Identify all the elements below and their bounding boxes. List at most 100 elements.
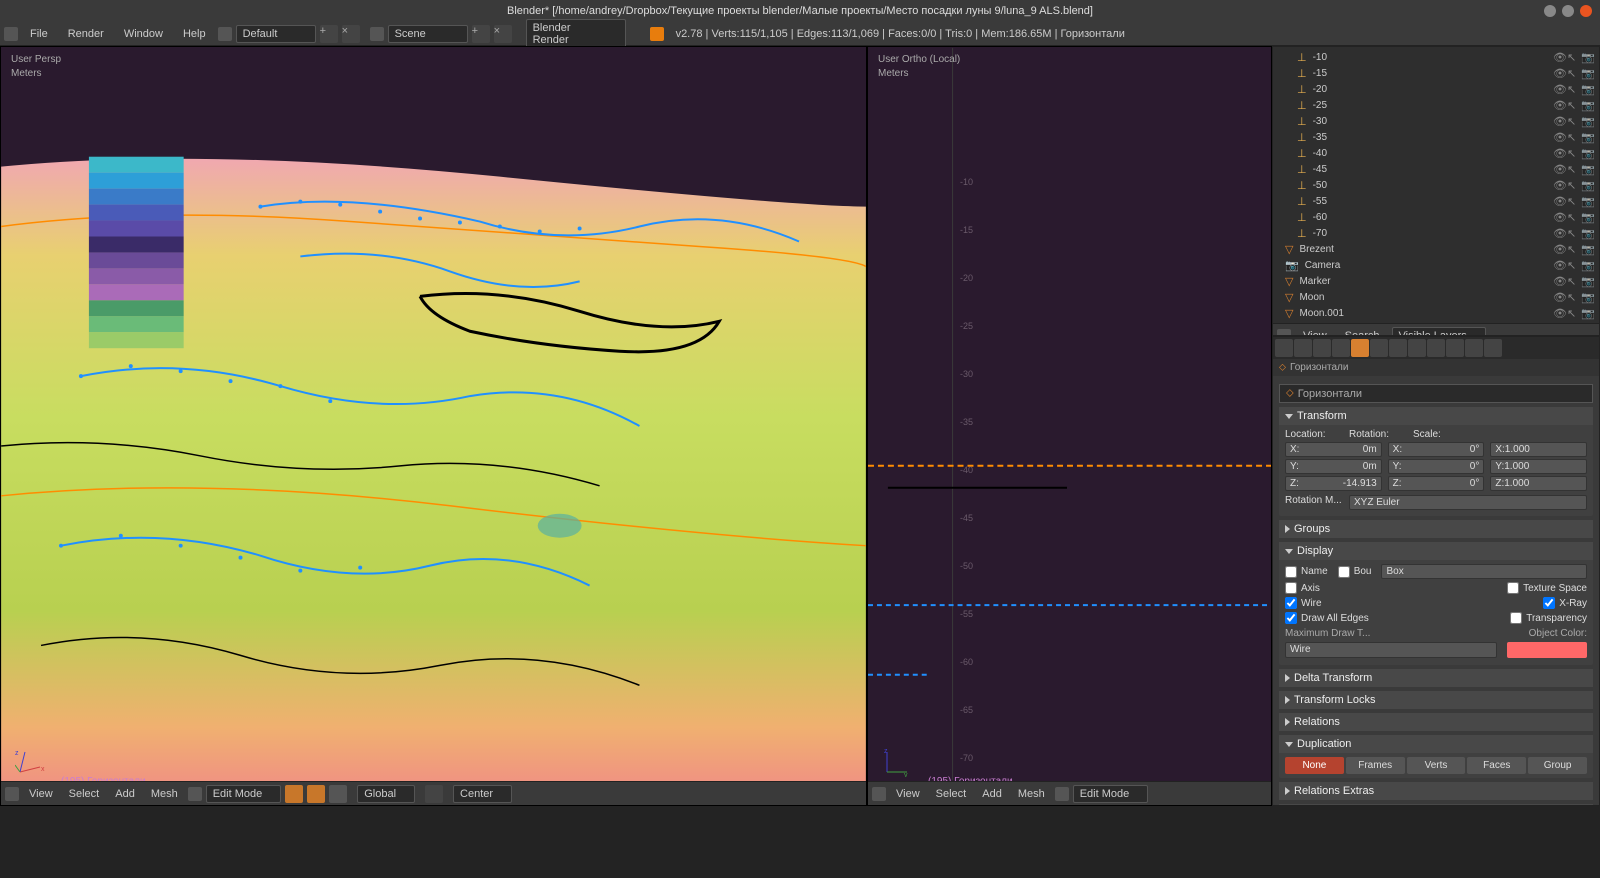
cursor-icon[interactable]: ↖ <box>1567 291 1579 303</box>
eye-icon[interactable]: 👁 <box>1553 147 1565 159</box>
render-icon[interactable]: 📷 <box>1581 51 1593 63</box>
drawtype-dropdown[interactable]: Wire <box>1285 642 1497 658</box>
select-menu-r[interactable]: Select <box>930 786 973 802</box>
render-icon[interactable]: 📷 <box>1581 163 1593 175</box>
maximize-button[interactable] <box>1562 5 1574 17</box>
name-checkbox[interactable]: Name <box>1285 564 1328 579</box>
window-menu[interactable]: Window <box>116 26 171 42</box>
layout-dropdown[interactable]: Default <box>236 25 316 43</box>
cursor-icon[interactable]: ↖ <box>1567 67 1579 79</box>
render-icon[interactable]: 📷 <box>1581 259 1593 271</box>
tab-data-icon[interactable] <box>1408 339 1426 357</box>
tab-scene-icon[interactable] <box>1313 339 1331 357</box>
render-icon[interactable]: 📷 <box>1581 67 1593 79</box>
view-menu-r[interactable]: View <box>890 786 926 802</box>
eye-icon[interactable]: 👁 <box>1553 131 1565 143</box>
cursor-icon[interactable]: ↖ <box>1567 115 1579 127</box>
blender-icon[interactable] <box>4 27 18 41</box>
outliner-filter-dropdown[interactable]: Visible Layers <box>1392 327 1486 337</box>
tab-object-icon[interactable] <box>1351 339 1369 357</box>
cursor-icon[interactable]: ↖ <box>1567 243 1579 255</box>
render-icon[interactable]: 📷 <box>1581 211 1593 223</box>
outliner[interactable]: ⊥-10👁↖📷 ⊥-15👁↖📷 ⊥-20👁↖📷 ⊥-25👁↖📷 ⊥-30👁↖📷 … <box>1272 46 1600 336</box>
render-menu[interactable]: Render <box>60 26 112 42</box>
cursor-icon[interactable]: ↖ <box>1567 163 1579 175</box>
render-icon[interactable]: 📷 <box>1581 179 1593 191</box>
eye-icon[interactable]: 👁 <box>1553 227 1565 239</box>
breadcrumb-object[interactable]: Горизонтали <box>1290 362 1348 373</box>
object-name-field[interactable]: ⬦ Горизонтали <box>1279 384 1593 403</box>
transform-header[interactable]: Transform <box>1279 407 1593 425</box>
xray-checkbox[interactable]: X-Ray <box>1543 597 1587 609</box>
cursor-icon[interactable]: ↖ <box>1567 51 1579 63</box>
loc-z-field[interactable]: Z:-14.913 <box>1285 476 1382 491</box>
eye-icon[interactable]: 👁 <box>1553 259 1565 271</box>
orientation-dropdown[interactable]: Global <box>357 785 415 803</box>
locks-header[interactable]: Transform Locks <box>1279 691 1593 709</box>
render-icon[interactable]: 📷 <box>1581 99 1593 111</box>
engine-dropdown[interactable]: Blender Render <box>526 19 626 49</box>
motion-header[interactable]: Motion Paths <box>1279 804 1593 806</box>
eye-icon[interactable]: 👁 <box>1553 115 1565 127</box>
scl-y-field[interactable]: Y:1.000 <box>1490 459 1587 474</box>
scene-del-button[interactable]: × <box>494 25 512 43</box>
rot-y-field[interactable]: Y:0° <box>1388 459 1485 474</box>
texspace-checkbox[interactable]: Texture Space <box>1507 582 1587 594</box>
properties-editor[interactable]: ⬦ Горизонтали ⬦ Горизонтали Transform Lo… <box>1272 336 1600 806</box>
select-menu[interactable]: Select <box>63 786 106 802</box>
eye-icon[interactable]: 👁 <box>1553 211 1565 223</box>
cursor-icon[interactable]: ↖ <box>1567 179 1579 191</box>
tab-modifiers-icon[interactable] <box>1389 339 1407 357</box>
alledges-checkbox[interactable]: Draw All Edges <box>1285 612 1369 624</box>
cursor-icon[interactable]: ↖ <box>1567 275 1579 287</box>
render-icon[interactable]: 📷 <box>1581 291 1593 303</box>
eye-icon[interactable]: 👁 <box>1553 195 1565 207</box>
rel-extras-header[interactable]: Relations Extras <box>1279 782 1593 800</box>
render-icon[interactable]: 📷 <box>1581 195 1593 207</box>
cursor-icon[interactable]: ↖ <box>1567 83 1579 95</box>
loc-y-field[interactable]: Y:0m <box>1285 459 1382 474</box>
outliner-type-icon[interactable] <box>1277 329 1291 337</box>
vert-select-icon[interactable] <box>285 785 303 803</box>
pivot-dropdown[interactable]: Center <box>453 785 512 803</box>
cursor-icon[interactable]: ↖ <box>1567 147 1579 159</box>
eye-icon[interactable]: 👁 <box>1553 51 1565 63</box>
dup-frames-button[interactable]: Frames <box>1346 757 1405 774</box>
tab-physics-icon[interactable] <box>1484 339 1502 357</box>
eye-icon[interactable]: 👁 <box>1553 243 1565 255</box>
bounds-checkbox[interactable]: Bou <box>1338 564 1372 579</box>
close-button[interactable] <box>1580 5 1592 17</box>
render-icon[interactable]: 📷 <box>1581 275 1593 287</box>
eye-icon[interactable]: 👁 <box>1553 307 1565 319</box>
duplication-header[interactable]: Duplication <box>1279 735 1593 753</box>
add-menu-r[interactable]: Add <box>976 786 1008 802</box>
dup-verts-button[interactable]: Verts <box>1407 757 1466 774</box>
tab-layers-icon[interactable] <box>1294 339 1312 357</box>
groups-header[interactable]: Groups <box>1279 520 1593 538</box>
editor-type-icon[interactable] <box>5 787 19 801</box>
mode-dropdown[interactable]: Edit Mode <box>206 785 282 803</box>
file-menu[interactable]: File <box>22 26 56 42</box>
outliner-view-menu[interactable]: View <box>1297 328 1333 337</box>
rot-z-field[interactable]: Z:0° <box>1388 476 1485 491</box>
cursor-icon[interactable]: ↖ <box>1567 227 1579 239</box>
eye-icon[interactable]: 👁 <box>1553 67 1565 79</box>
layout-add-button[interactable]: + <box>320 25 338 43</box>
bounds-type-dropdown[interactable]: Box <box>1381 564 1587 579</box>
scl-z-field[interactable]: Z:1.000 <box>1490 476 1587 491</box>
object-color-swatch[interactable] <box>1507 642 1587 658</box>
display-header[interactable]: Display <box>1279 542 1593 560</box>
help-menu[interactable]: Help <box>175 26 214 42</box>
minimize-button[interactable] <box>1544 5 1556 17</box>
tab-texture-icon[interactable] <box>1446 339 1464 357</box>
render-icon[interactable]: 📷 <box>1581 131 1593 143</box>
eye-icon[interactable]: 👁 <box>1553 275 1565 287</box>
cursor-icon[interactable]: ↖ <box>1567 131 1579 143</box>
render-icon[interactable]: 📷 <box>1581 307 1593 319</box>
tab-particles-icon[interactable] <box>1465 339 1483 357</box>
render-icon[interactable]: 📷 <box>1581 147 1593 159</box>
layout-icon[interactable] <box>218 27 232 41</box>
render-icon[interactable]: 📷 <box>1581 227 1593 239</box>
cursor-icon[interactable]: ↖ <box>1567 195 1579 207</box>
transparency-checkbox[interactable]: Transparency <box>1510 612 1587 624</box>
